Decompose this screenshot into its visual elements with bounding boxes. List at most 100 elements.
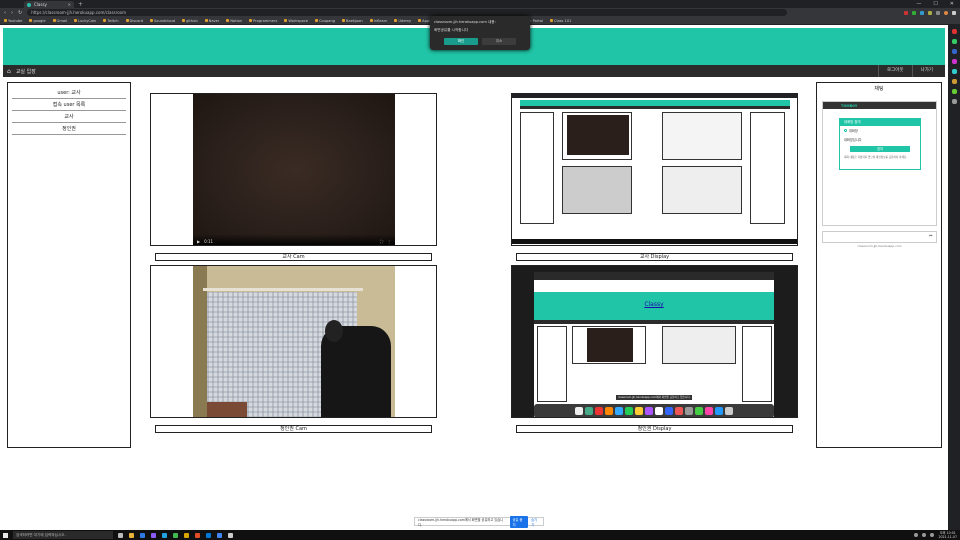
new-tab-button[interactable]: + <box>78 1 83 8</box>
bookmark-item[interactable]: Discord <box>125 19 143 23</box>
tray-icon[interactable] <box>930 533 935 537</box>
tray-icon[interactable] <box>914 533 919 537</box>
app-icon[interactable] <box>129 532 134 538</box>
window-controls: — ☐ ✕ <box>916 1 960 7</box>
student-cam-video[interactable] <box>150 265 437 418</box>
dialog-origin: classroom-jjh.herokuapp.com 내용: <box>434 20 496 24</box>
dialog-ok-button[interactable]: 확인 <box>444 38 478 45</box>
student-display-video[interactable]: Classy classroom-jjh.herokuapp.com에서 화면을… <box>511 265 798 418</box>
close-tab-icon[interactable]: ✕ <box>68 2 71 7</box>
bookmark-item[interactable]: Coupang <box>315 19 335 23</box>
bookmark-item[interactable]: Gmail <box>52 19 67 23</box>
video-controls: ▶ 0:11 ⛶ ⋮ <box>193 234 395 245</box>
tray-icon[interactable] <box>922 533 927 537</box>
side-extension-bar <box>948 25 960 530</box>
shared-screen <box>512 94 797 244</box>
bookmark-item[interactable]: google <box>29 19 46 23</box>
url-input[interactable]: https://classroom-jjh.herokuapp.com/clas… <box>27 9 788 16</box>
logout-link[interactable]: 로그아웃 <box>878 65 912 77</box>
app-icon[interactable] <box>206 532 211 538</box>
reload-icon[interactable]: ↻ <box>18 10 22 16</box>
extension-icon[interactable] <box>912 10 916 15</box>
app-icon[interactable] <box>151 532 156 538</box>
current-user: user: 교사 <box>12 87 126 99</box>
extension-icon[interactable] <box>951 89 957 94</box>
bookmark-item[interactable]: Notion <box>226 19 242 23</box>
tile-caption: 교사 Cam <box>155 253 432 261</box>
app-icon[interactable] <box>173 532 178 538</box>
bookmark-icon <box>4 19 7 22</box>
radio-icon[interactable] <box>844 129 847 132</box>
chat-input[interactable] <box>822 231 937 243</box>
app-icon[interactable] <box>162 532 167 538</box>
send-icon[interactable]: ➦ <box>929 233 933 239</box>
dialog-message: 화면공유를 시작합니다 <box>434 28 469 32</box>
bookmark-item[interactable]: Programmers <box>249 19 277 23</box>
forward-icon[interactable]: › <box>11 10 13 16</box>
taskbar-apps <box>118 532 233 538</box>
windows-start-icon[interactable] <box>3 532 8 538</box>
bookmark-icon <box>52 19 56 22</box>
user-list-item[interactable]: 정인권 <box>12 123 126 135</box>
app-icon[interactable] <box>118 532 123 538</box>
bookmark-item[interactable]: Twitch <box>103 19 119 23</box>
app-icon[interactable] <box>184 532 189 538</box>
bookmark-item[interactable]: Class 101 <box>549 19 571 23</box>
bookmark-item[interactable]: LuckyCoin <box>74 19 96 23</box>
more-icon[interactable]: ⋮ <box>387 239 391 244</box>
extension-icon[interactable] <box>936 10 940 15</box>
play-icon[interactable]: ▶ <box>197 239 200 244</box>
join-card-title: 대화방 참여 <box>840 119 920 126</box>
chat-brand: TOMBOY <box>841 103 858 108</box>
menu-icon[interactable] <box>952 10 956 15</box>
extension-icon[interactable] <box>951 39 957 44</box>
back-icon[interactable]: ‹ <box>4 10 6 16</box>
minimize-icon[interactable]: — <box>916 1 921 7</box>
webcam-feed: ▶ 0:11 ⛶ ⋮ <box>193 94 395 245</box>
app-icon[interactable] <box>140 532 145 538</box>
join-chat-button[interactable]: 참여 <box>850 146 910 152</box>
extension-icon[interactable] <box>951 29 957 34</box>
extension-icon[interactable] <box>928 10 932 15</box>
bookmark-item[interactable]: Udemy <box>394 19 411 23</box>
dialog-cancel-button[interactable]: 취소 <box>482 38 516 45</box>
favicon-icon <box>27 2 31 7</box>
app-icon[interactable] <box>195 532 200 538</box>
stop-sharing-button[interactable]: 공유 중지 <box>509 515 529 528</box>
bookmark-item[interactable]: Workspace <box>284 19 308 23</box>
maximize-icon[interactable]: ☐ <box>933 1 937 7</box>
clock[interactable]: 오후 10:01 2021-11-07 <box>938 531 957 539</box>
bookmark-item[interactable]: Naver <box>204 19 219 23</box>
hide-button[interactable]: 숨기기 <box>531 517 540 527</box>
chat-room-desc: 대화방입니다 <box>844 138 862 142</box>
extension-icon[interactable] <box>951 69 957 74</box>
user-list-item[interactable]: 교사 <box>12 111 126 123</box>
home-icon[interactable]: ⌂ <box>7 68 11 75</box>
teacher-display-video[interactable] <box>511 93 798 246</box>
browser-tab[interactable]: Classy ✕ <box>24 1 74 8</box>
fullscreen-icon[interactable]: ⛶ <box>380 239 383 244</box>
app-icon[interactable] <box>228 532 233 538</box>
bookmark-item[interactable]: Baekjoon <box>342 19 363 23</box>
extension-icon[interactable] <box>951 49 957 54</box>
teacher-cam-video[interactable]: ▶ 0:11 ⛶ ⋮ <box>150 93 437 246</box>
profile-icon[interactable] <box>944 10 948 15</box>
extension-icon[interactable] <box>920 10 924 15</box>
bookmark-icon <box>29 19 33 22</box>
leave-link[interactable]: 나가기 <box>911 65 941 77</box>
extension-icon[interactable] <box>951 59 957 64</box>
bookmark-item[interactable]: Youtube <box>4 19 22 23</box>
extension-icon[interactable] <box>951 99 957 104</box>
chat-room-option[interactable]: 대화방 <box>840 126 920 135</box>
extension-icon[interactable] <box>951 79 957 84</box>
extension-icon[interactable] <box>904 10 908 15</box>
chat-join-card: 대화방 참여 대화방 대화방입니다 참여 대화 내용은 저장되지 않으며 개인정… <box>839 118 921 170</box>
bookmark-icon <box>74 19 78 22</box>
bookmark-item[interactable]: github <box>182 19 198 23</box>
app-icon[interactable] <box>217 532 222 538</box>
taskbar-search-input[interactable]: 검색하려면 여기에 입력하십시오. <box>13 531 113 539</box>
webcam-feed <box>193 266 395 417</box>
close-window-icon[interactable]: ✕ <box>950 1 954 7</box>
bookmark-item[interactable]: Inflearn <box>369 19 387 23</box>
bookmark-item[interactable]: Soundcloud <box>150 19 175 23</box>
